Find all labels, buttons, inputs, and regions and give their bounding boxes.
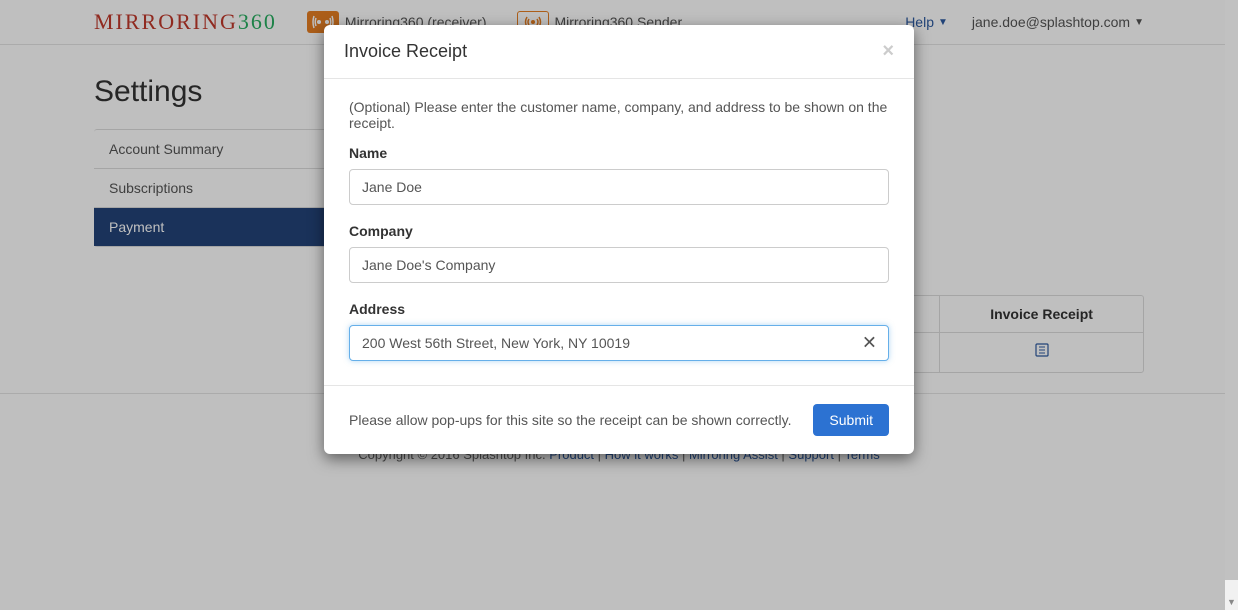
address-label: Address (349, 301, 889, 317)
scrollbar-thumb[interactable] (1225, 0, 1238, 580)
popup-note: Please allow pop-ups for this site so th… (349, 412, 792, 428)
modal-title: Invoice Receipt (344, 41, 467, 62)
address-input[interactable] (349, 325, 889, 361)
scroll-down-arrow-icon[interactable]: ▼ (1225, 595, 1238, 610)
submit-button[interactable]: Submit (813, 404, 889, 436)
name-label: Name (349, 145, 889, 161)
name-input[interactable] (349, 169, 889, 205)
close-icon[interactable]: × (882, 40, 894, 63)
clear-icon[interactable]: ✕ (862, 333, 877, 354)
invoice-receipt-modal: Invoice Receipt × (Optional) Please ente… (324, 25, 914, 454)
company-input[interactable] (349, 247, 889, 283)
modal-intro-text: (Optional) Please enter the customer nam… (349, 99, 889, 131)
vertical-scrollbar[interactable]: ▲ ▼ (1225, 0, 1238, 610)
company-label: Company (349, 223, 889, 239)
